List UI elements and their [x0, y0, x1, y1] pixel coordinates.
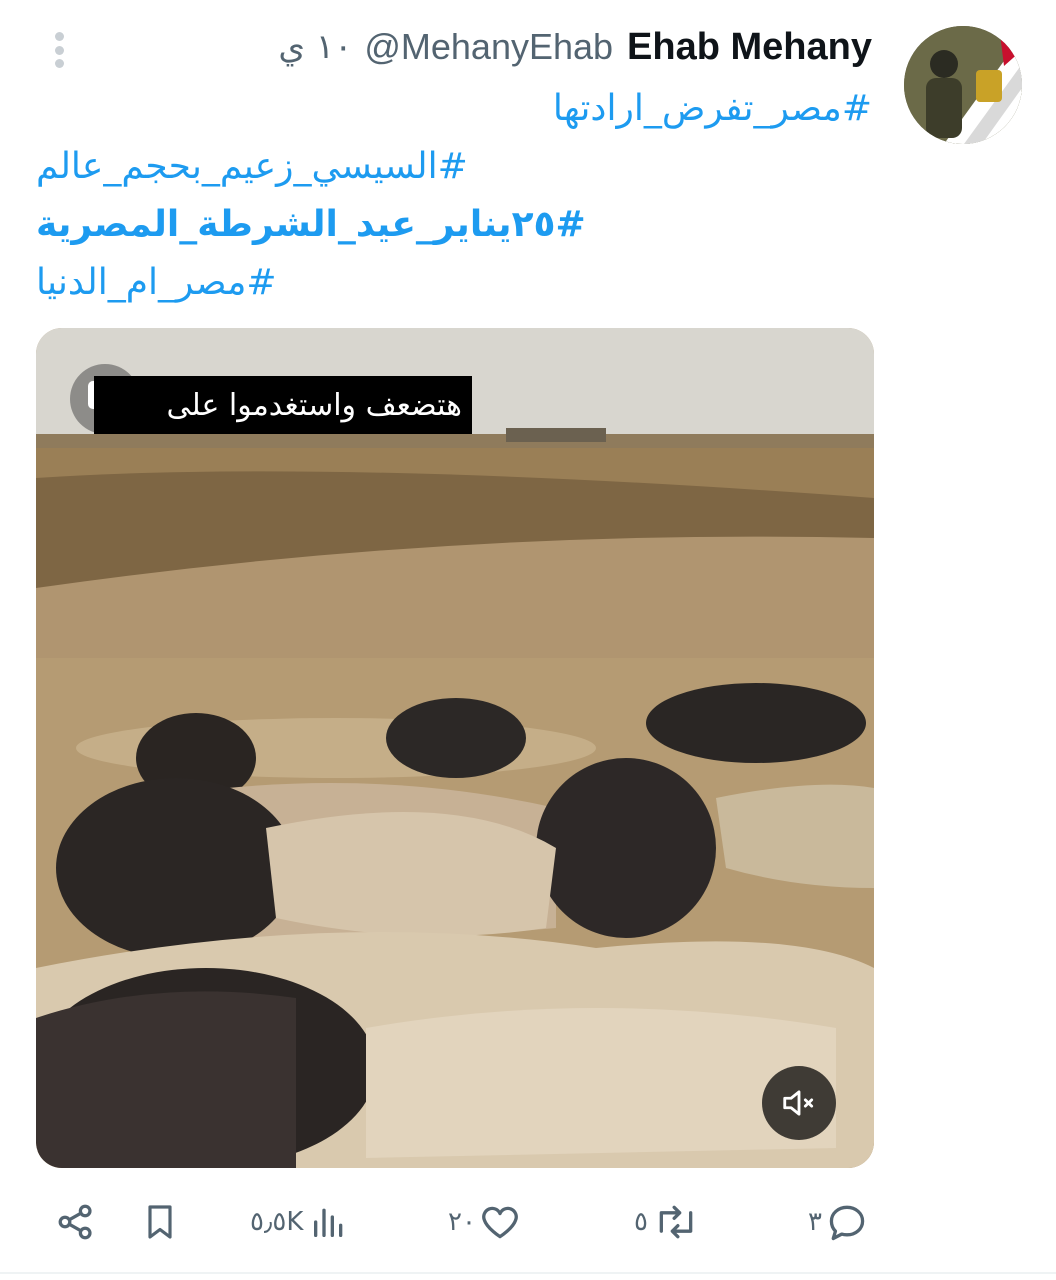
bookmark-button[interactable]	[140, 1190, 180, 1254]
video-frame	[36, 328, 874, 1168]
share-button[interactable]	[54, 1190, 98, 1254]
reply-icon	[829, 1205, 865, 1241]
more-options-button[interactable]	[44, 28, 74, 72]
views-icon	[314, 1208, 343, 1237]
views-count: ٥٫٥K	[250, 1207, 304, 1237]
reply-count: ٣	[808, 1207, 822, 1237]
tweet-actions: ٥٫٥K ٢٠ ٥ ٣	[0, 1190, 1056, 1254]
share-icon	[58, 1204, 92, 1240]
hashtag-link[interactable]: #مصر_تفرض_ارادتها	[52, 80, 872, 138]
video-caption: هتضعف واستغدموا على	[94, 376, 472, 434]
video-player[interactable]: CC هتضعف واستغدموا على	[36, 328, 874, 1168]
like-count: ٢٠	[448, 1207, 476, 1237]
more-dot-icon	[54, 32, 64, 41]
reply-button[interactable]: ٣	[808, 1190, 870, 1254]
like-button[interactable]: ٢٠	[448, 1190, 522, 1254]
mute-button[interactable]	[762, 1066, 836, 1140]
more-dot-icon	[54, 59, 64, 68]
tweet-text-continued: #السيسي_زعيم_بحجم_عالم #٢٥يناير_عيد_الشر…	[36, 138, 856, 312]
views-button[interactable]: ٥٫٥K	[250, 1190, 349, 1254]
retweet-button[interactable]: ٥	[634, 1190, 700, 1254]
retweet-count: ٥	[634, 1207, 648, 1237]
divider	[0, 1272, 1056, 1274]
tweet-text: #مصر_تفرض_ارادتها	[52, 80, 872, 138]
hashtag-link[interactable]: #٢٥يناير_عيد_الشرطة_المصرية	[36, 196, 856, 254]
tweet-header: ١٠ ي @MehanyEhab Ehab Mehany	[278, 22, 872, 72]
avatar[interactable]	[904, 26, 1022, 144]
tweet-time: ١٠ ي	[278, 27, 353, 67]
heart-icon	[482, 1206, 518, 1239]
retweet-icon	[659, 1205, 693, 1239]
more-dot-icon	[54, 45, 64, 55]
bookmark-icon	[148, 1205, 172, 1239]
author-name[interactable]: Ehab Mehany	[627, 26, 872, 69]
hashtag-link[interactable]: #مصر_ام_الدنيا	[36, 254, 856, 312]
volume-muted-icon	[783, 1090, 814, 1116]
author-handle[interactable]: @MehanyEhab	[364, 26, 613, 68]
hashtag-link[interactable]: #السيسي_زعيم_بحجم_عالم	[36, 138, 856, 196]
